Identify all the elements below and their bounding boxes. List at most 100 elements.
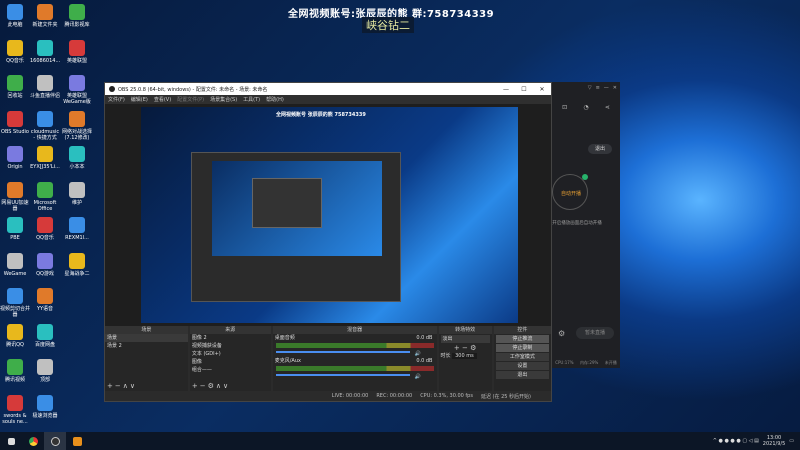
desktop-icon-label: swords & souls ne... [2, 412, 28, 425]
desktop-icon[interactable]: 英雄联盟 [62, 39, 92, 64]
desktop-icon[interactable]: 顶部 [30, 359, 60, 383]
chrome-taskbar-icon[interactable] [22, 432, 44, 450]
desktop-icon[interactable]: 此电脑 [0, 4, 30, 28]
preview-title: 全网视频账号 张辰辰的熊 758734339 [276, 112, 366, 118]
menu-profile[interactable]: 配置文件(P) [177, 96, 204, 103]
studio-mode-button[interactable]: 工作室模式 [495, 353, 549, 361]
desktop-icon[interactable]: QQ游戏 [30, 252, 60, 277]
bell-icon[interactable]: ◔ [583, 104, 588, 111]
menu-edit[interactable]: 编辑(E) [131, 96, 148, 103]
source-item[interactable]: 图像 2 [190, 334, 271, 342]
gear-icon[interactable]: ⚙ [558, 329, 565, 338]
desktop-icon[interactable]: 星海战争二 [62, 252, 92, 277]
desktop-icon[interactable]: 网易UU加速器 [0, 181, 30, 212]
transition-toolbar[interactable]: + − ⚙ [439, 344, 492, 352]
preview-canvas[interactable]: 全网视频账号 张辰辰的熊 758734339 [141, 107, 518, 323]
scene-item[interactable]: 场景 2 [105, 342, 188, 350]
desktop-icon[interactable]: 百度网盘 [30, 323, 60, 348]
desktop-icon[interactable]: 极速浏览器 [30, 394, 60, 419]
streaming-assistant-window: ▽ ≡ — ✕ ⊡ ◔ ⋖ 退出 自动开播 开启播放画面后自动开播 ⚙ 暂未直播 CPU:… [552, 82, 620, 368]
stop-streaming-button[interactable]: 停止推流 [495, 335, 549, 343]
scene-item[interactable]: 场景 [105, 334, 188, 342]
desktop-icon[interactable]: 小本本 [62, 146, 92, 170]
menu-scene-collection[interactable]: 场景集合(S) [210, 96, 237, 103]
desktop-icon[interactable]: Microsoft Office [30, 181, 60, 212]
close-button[interactable]: ✕ [533, 86, 551, 93]
scene-toolbar[interactable]: +−∧∨ [107, 382, 137, 390]
clock[interactable]: 13:00 2021/9/5 [763, 435, 785, 447]
desktop-icon[interactable]: 腾讯影视库 [62, 4, 92, 28]
lock-icon[interactable]: ⊡ [562, 104, 567, 111]
desktop-icon[interactable]: QQ音乐 [0, 39, 30, 64]
desktop-icon[interactable]: QQ音乐 [30, 217, 60, 241]
transitions-panel: 转场特效 淡出 + − ⚙ 时长 300 ms [438, 326, 492, 391]
desktop-icon[interactable]: 腾讯视频 [0, 359, 30, 383]
desktop-icon[interactable]: 16086014... [30, 39, 60, 64]
stop-recording-button[interactable]: 停止录制 [495, 344, 549, 352]
speaker-icon[interactable]: 🔊 [415, 374, 421, 380]
desktop-icon[interactable]: 腾讯QQ [0, 323, 30, 348]
desktop-icon[interactable]: 新建文件夹 [30, 4, 60, 28]
start-button[interactable] [0, 432, 22, 450]
app-icon [37, 110, 53, 127]
check-badge-icon [582, 174, 588, 180]
volume-slider[interactable] [275, 374, 411, 376]
desktop-icon[interactable]: REXM1l... [62, 217, 92, 241]
minimize-icon[interactable]: — [604, 85, 609, 91]
desktop-icon[interactable]: 维护 [62, 181, 92, 206]
notification-icon[interactable]: ▭ [789, 438, 794, 444]
source-item[interactable]: 文本 (GDI+) [190, 350, 271, 358]
transitions-header: 转场特效 [438, 326, 492, 334]
desktop-icon-label: 腾讯视频 [4, 377, 25, 383]
title-bar: OBS 25.0.8 (64-bit, windows) - 配置文件: 未命名… [105, 83, 551, 95]
app-taskbar-icon[interactable] [66, 432, 88, 450]
menu-file[interactable]: 文件(F) [108, 96, 125, 103]
app-icon [37, 323, 53, 340]
desktop-icon-label: PBE [10, 235, 20, 241]
app-icon [7, 217, 23, 233]
volume-slider[interactable] [275, 351, 411, 353]
settings-button[interactable]: 设置 [495, 362, 549, 370]
desktop-icon[interactable]: 回收站 [0, 75, 30, 99]
source-toolbar[interactable]: +−⚙∧∨ [192, 382, 230, 390]
menu-icon[interactable]: ≡ [596, 85, 600, 91]
desktop-icon[interactable]: OBS Studio [0, 110, 30, 135]
desktop-icon[interactable]: 斗鱼直播伴侣 [30, 75, 60, 99]
desktop-icon-label: 腾讯QQ [6, 341, 24, 348]
maximize-button[interactable]: ☐ [515, 86, 533, 93]
transition-select[interactable]: 淡出 [440, 335, 490, 343]
desktop-icon[interactable]: cloudmusic - 快捷方式 [30, 110, 60, 141]
duration-input[interactable]: 300 ms [452, 353, 477, 359]
menu-help[interactable]: 帮助(H) [266, 96, 284, 103]
desktop-icon-label: OBS Studio [1, 128, 29, 135]
desktop-icon[interactable]: swords & souls ne... [0, 394, 30, 425]
app-icon [37, 394, 53, 411]
desktop-icon[interactable]: WeGame [0, 252, 30, 277]
exit-button[interactable]: 退出 [588, 144, 612, 154]
share-icon[interactable]: ⋖ [605, 104, 610, 111]
preview-area[interactable]: 全网视频账号 张辰辰的熊 758734339 [105, 104, 551, 326]
menu-tools[interactable]: 工具(T) [243, 96, 260, 103]
close-icon[interactable]: ✕ [613, 85, 617, 91]
app-icon [37, 252, 53, 269]
filter-icon[interactable]: ▽ [588, 85, 592, 91]
source-item[interactable]: 组合—— [190, 366, 271, 374]
track-name: 桌面音频 [274, 335, 295, 341]
desktop-icon[interactable]: 视频剪切合并器 [0, 288, 30, 318]
menu-view[interactable]: 查看(V) [154, 96, 171, 103]
exit-button[interactable]: 退出 [495, 371, 549, 379]
desktop-icon[interactable]: 网络对战选择(7.12修改) [62, 110, 92, 141]
desktop-icon[interactable]: YY语音 [30, 288, 60, 312]
source-item[interactable]: 视频捕获设备 [190, 342, 271, 350]
obs-taskbar-icon[interactable] [44, 432, 66, 450]
desktop-icon[interactable]: Origin [0, 146, 30, 170]
minimize-button[interactable]: — [497, 86, 515, 93]
tray-icons[interactable]: ^ ● ● ● ● ▢ ◁ ▤ [713, 438, 759, 444]
start-live-button[interactable]: 暂未直播 [576, 327, 614, 339]
app-icon [7, 146, 23, 162]
source-item[interactable]: 图像 [190, 358, 271, 366]
desktop-icon[interactable]: EYX[J35'Li... [30, 146, 60, 170]
desktop-icon-label: 百度网盘 [34, 341, 55, 348]
desktop-icon[interactable]: PBE [0, 217, 30, 241]
desktop-icon[interactable]: 英雄联盟 WeGame版 [62, 75, 92, 105]
